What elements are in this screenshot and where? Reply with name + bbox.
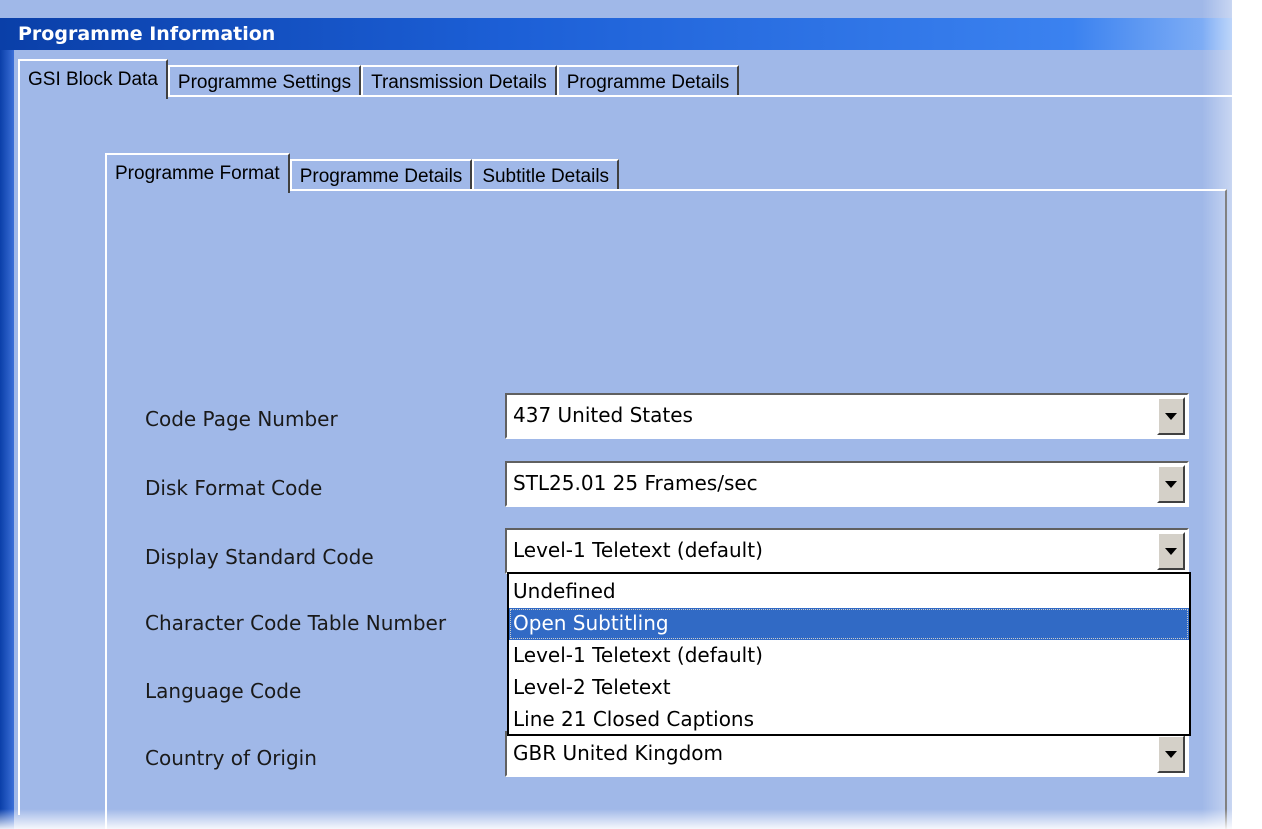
inner-tab-strip: Programme Format Programme Details Subti… (105, 145, 620, 193)
window-title: Programme Information (0, 18, 1232, 50)
char-code-table-label: Character Code Table Number (145, 611, 447, 635)
tab-programme-format[interactable]: Programme Format (105, 153, 290, 193)
code-page-select[interactable]: 437 United States (505, 393, 1189, 439)
code-page-label: Code Page Number (145, 407, 338, 431)
disk-format-label: Disk Format Code (145, 476, 323, 500)
tab-transmission-details[interactable]: Transmission Details (361, 65, 557, 97)
tab-gsi-block-data[interactable]: GSI Block Data (18, 59, 168, 99)
disk-format-value: STL25.01 25 Frames/sec (513, 471, 758, 495)
disk-format-dropdown-button[interactable] (1157, 465, 1185, 503)
country-origin-label: Country of Origin (145, 746, 317, 770)
option-level-2-teletext[interactable]: Level-2 Teletext (509, 672, 1189, 704)
display-standard-dropdown-button[interactable] (1157, 532, 1185, 570)
country-origin-select[interactable]: GBR United Kingdom (505, 731, 1189, 777)
tab-subtitle-details[interactable]: Subtitle Details (472, 159, 620, 191)
chevron-down-icon (1165, 481, 1177, 488)
tab-programme-details[interactable]: Programme Details (556, 65, 740, 97)
code-page-value: 437 United States (513, 403, 693, 427)
country-origin-value: GBR United Kingdom (513, 741, 723, 765)
option-open-subtitling[interactable]: Open Subtitling (509, 608, 1189, 640)
chevron-down-icon (1165, 548, 1177, 555)
display-standard-options-list[interactable]: Undefined Open Subtitling Level-1 Telete… (507, 572, 1191, 736)
option-undefined[interactable]: Undefined (509, 576, 1189, 608)
tab-programme-settings[interactable]: Programme Settings (167, 65, 362, 97)
option-line-21-closed-captions[interactable]: Line 21 Closed Captions (509, 704, 1189, 736)
chevron-down-icon (1165, 413, 1177, 420)
display-standard-select[interactable]: Level-1 Teletext (default) (505, 528, 1189, 574)
outer-tab-strip: GSI Block Data Programme Settings Transm… (18, 55, 740, 99)
code-page-dropdown-button[interactable] (1157, 397, 1185, 435)
language-code-label: Language Code (145, 679, 302, 703)
option-level-1-teletext[interactable]: Level-1 Teletext (default) (509, 640, 1189, 672)
display-standard-label: Display Standard Code (145, 545, 374, 569)
display-standard-value: Level-1 Teletext (default) (513, 538, 763, 562)
country-origin-dropdown-button[interactable] (1157, 735, 1185, 773)
disk-format-select[interactable]: STL25.01 25 Frames/sec (505, 461, 1189, 507)
programme-information-window: Programme Information GSI Block Data Pro… (0, 0, 1232, 829)
tab-inner-programme-details[interactable]: Programme Details (289, 159, 473, 191)
chevron-down-icon (1165, 751, 1177, 758)
window-left-frame (0, 18, 14, 829)
